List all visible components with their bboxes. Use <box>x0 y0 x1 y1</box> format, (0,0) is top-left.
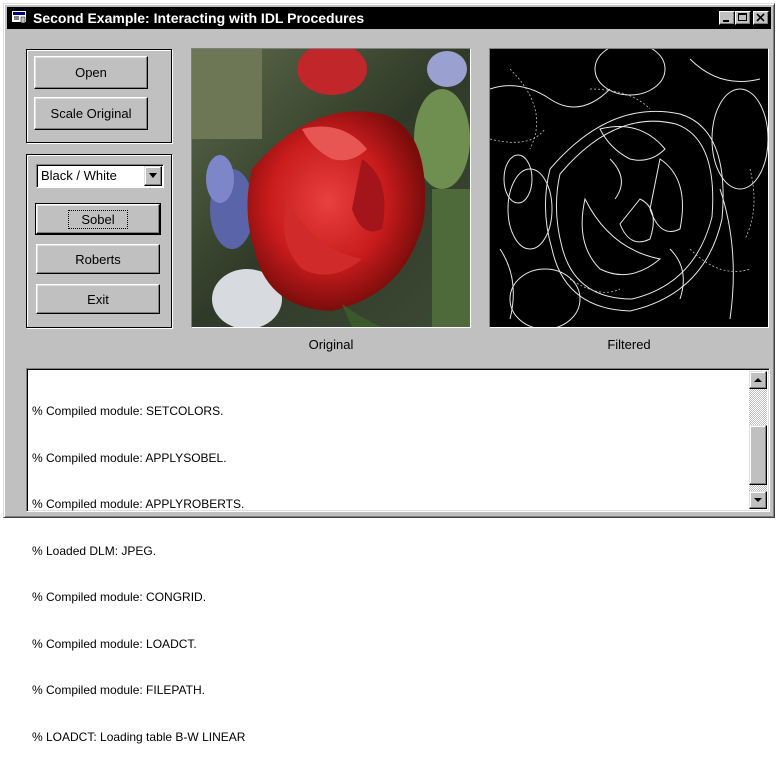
original-image <box>191 48 471 328</box>
close-button[interactable] <box>753 11 769 25</box>
log-line: % Compiled module: LOADCT. <box>32 636 197 651</box>
log-line: % Compiled module: CONGRID. <box>32 590 207 604</box>
filtered-caption: Filtered <box>607 337 651 352</box>
colormap-select-value: Black / White <box>41 168 117 183</box>
minimize-icon <box>723 20 729 22</box>
exit-button[interactable]: Exit <box>36 284 160 314</box>
maximize-icon <box>738 13 747 21</box>
title-bar[interactable]: Second Example: Interacting with IDL Pro… <box>7 7 771 29</box>
app-window: Second Example: Interacting with IDL Pro… <box>3 3 775 744</box>
app-window-icon <box>12 11 26 24</box>
arrow-down-icon <box>754 498 762 502</box>
output-log[interactable]: % Compiled module: SETCOLORS. % Compiled… <box>26 368 770 744</box>
log-line: % Compiled module: SETCOLORS. <box>32 404 224 418</box>
log-line: % Compiled module: FILEPATH. <box>32 683 205 697</box>
sobel-button-label: Sobel <box>68 209 128 229</box>
maximize-button[interactable] <box>735 11 751 25</box>
close-icon <box>756 13 765 22</box>
dropdown-button[interactable] <box>144 166 162 186</box>
sobel-button[interactable]: Sobel <box>35 203 161 235</box>
window-title: Second Example: Interacting with IDL Pro… <box>33 10 365 26</box>
scroll-down-button[interactable] <box>749 491 767 509</box>
roberts-button[interactable]: Roberts <box>36 244 160 274</box>
log-line: % Loaded DLM: JPEG. <box>32 543 157 558</box>
log-line: % Compiled module: APPLYROBERTS. <box>32 497 245 511</box>
log-line: % LOADCT: Loading table B-W LINEAR <box>32 729 246 744</box>
scroll-thumb[interactable] <box>749 425 767 485</box>
minimize-button[interactable] <box>719 11 735 25</box>
scroll-up-button[interactable] <box>749 371 767 389</box>
colormap-select[interactable]: Black / White <box>36 164 164 188</box>
log-line: % Compiled module: APPLYSOBEL. <box>32 450 227 465</box>
chevron-down-icon <box>149 173 157 178</box>
open-button[interactable]: Open <box>34 56 148 89</box>
arrow-up-icon <box>754 378 762 382</box>
scale-original-button[interactable]: Scale Original <box>34 97 148 130</box>
log-lines: % Compiled module: SETCOLORS. % Compiled… <box>32 373 245 776</box>
original-caption: Original <box>308 337 354 352</box>
log-scrollbar[interactable] <box>749 371 767 509</box>
filtered-image <box>489 48 769 328</box>
